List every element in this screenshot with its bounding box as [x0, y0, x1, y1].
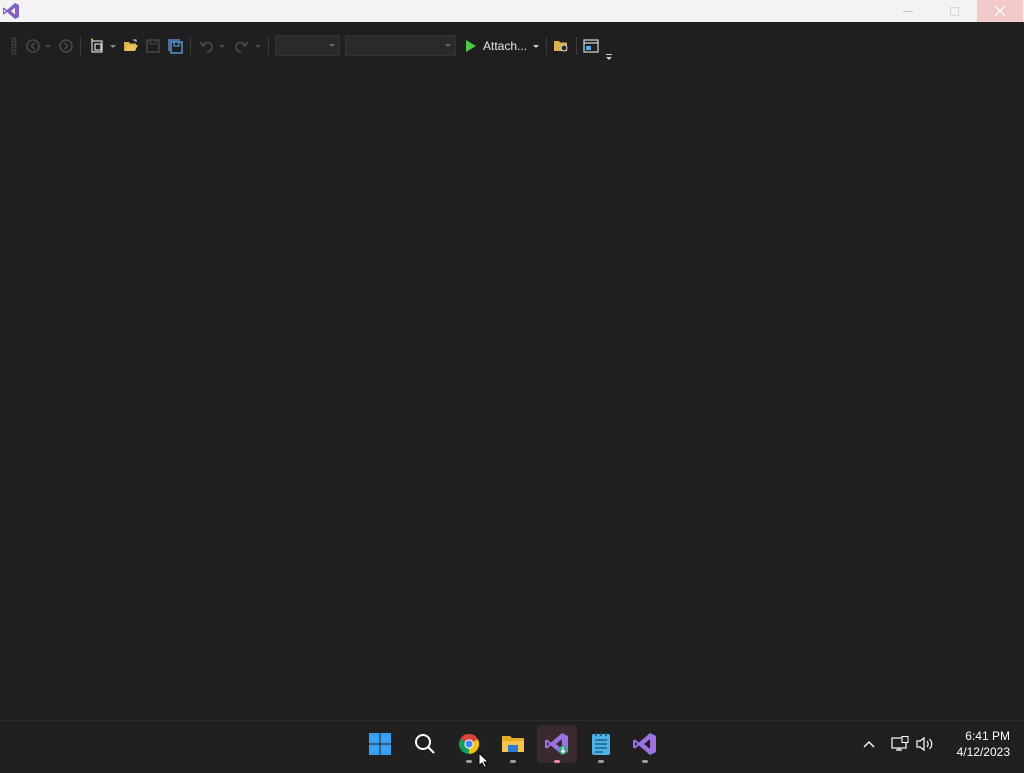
windows-start-icon: [369, 733, 391, 755]
solution-platform-combo[interactable]: [345, 35, 456, 56]
clock-date: 4/12/2023: [956, 745, 1010, 759]
minimize-button[interactable]: [885, 0, 931, 22]
toolbar-separator: [546, 37, 547, 55]
browser-folder-button[interactable]: [552, 36, 570, 56]
back-icon: [26, 39, 40, 53]
volume-icon: [916, 736, 933, 752]
running-indicator: [510, 760, 516, 763]
taskbar-app-notepad[interactable]: [581, 725, 621, 763]
overflow-chevron-icon: [606, 53, 612, 60]
taskbar-app-visual-studio-installer[interactable]: [537, 725, 577, 763]
chevron-down-icon: [445, 44, 451, 47]
undo-button[interactable]: [197, 36, 215, 56]
back-button[interactable]: [25, 36, 41, 56]
save-all-button[interactable]: [166, 36, 184, 56]
close-button[interactable]: [977, 0, 1023, 22]
start-dropdown[interactable]: [532, 36, 540, 56]
running-indicator: [642, 760, 648, 763]
solution-configuration-combo[interactable]: [275, 35, 340, 56]
main-workspace: [0, 64, 1024, 720]
taskbar-app-visual-studio[interactable]: [625, 725, 665, 763]
chevron-down-icon: [45, 44, 51, 48]
play-icon: [466, 40, 476, 52]
redo-icon: [234, 41, 249, 53]
redo-button[interactable]: [232, 36, 250, 56]
running-indicator: [554, 760, 560, 763]
mouse-pointer: [478, 751, 490, 773]
toolbar-grip[interactable]: [11, 37, 17, 55]
redo-dropdown[interactable]: [254, 36, 262, 56]
chevron-down-icon: [110, 44, 116, 48]
network-button[interactable]: [891, 735, 909, 753]
minimize-icon: [903, 10, 913, 12]
visual-studio-icon: [633, 733, 656, 755]
chevron-down-icon: [533, 44, 539, 48]
browser-folder-icon: [554, 41, 568, 52]
back-dropdown[interactable]: [44, 36, 52, 56]
toolbar-separator: [268, 37, 269, 55]
undo-icon: [198, 41, 213, 53]
toolbar-separator: [190, 37, 191, 55]
show-hidden-icons-button[interactable]: [860, 735, 878, 753]
close-icon: [995, 6, 1005, 16]
window-layout-button[interactable]: [582, 36, 600, 56]
maximize-button[interactable]: [931, 0, 977, 22]
visual-studio-icon[interactable]: [2, 2, 20, 20]
visual-studio-installer-icon: [545, 733, 568, 755]
chrome-icon: [458, 733, 480, 755]
chevron-down-icon: [329, 44, 335, 47]
search-icon: [415, 734, 435, 754]
start-button[interactable]: [360, 725, 400, 763]
window-layout-icon: [583, 39, 599, 53]
chevron-down-icon: [255, 44, 261, 48]
undo-dropdown[interactable]: [218, 36, 226, 56]
volume-button[interactable]: [916, 735, 934, 753]
save-button[interactable]: [144, 36, 162, 56]
toolbar-separator: [80, 37, 81, 55]
save-icon: [146, 39, 160, 53]
forward-button[interactable]: [58, 36, 74, 56]
open-folder-button[interactable]: [122, 36, 140, 56]
title-bar: [0, 0, 1024, 22]
cursor-arrow-icon: [478, 751, 490, 769]
clock-time: 6:41 PM: [965, 729, 1010, 743]
taskbar-clock[interactable]: 6:41 PM 4/12/2023: [940, 728, 1010, 760]
chevron-down-icon: [219, 44, 225, 48]
forward-icon: [59, 39, 73, 53]
running-indicator: [598, 760, 604, 763]
start-debugging-button[interactable]: [462, 36, 480, 56]
new-project-dropdown[interactable]: [109, 36, 117, 56]
toolbar-options-button[interactable]: [604, 44, 614, 64]
new-project-button[interactable]: [88, 36, 106, 56]
open-folder-icon: [124, 39, 138, 51]
search-button[interactable]: [405, 725, 445, 763]
toolbar-separator: [576, 37, 577, 55]
attach-label[interactable]: Attach...: [483, 39, 527, 53]
new-project-icon: [91, 38, 103, 53]
chevron-up-icon: [863, 741, 875, 748]
running-indicator: [466, 760, 472, 763]
save-all-icon: [167, 38, 183, 54]
notepad-icon: [592, 732, 610, 755]
maximize-icon: [949, 6, 959, 16]
network-icon: [891, 736, 909, 751]
taskbar-app-file-explorer[interactable]: [493, 725, 533, 763]
file-explorer-icon: [502, 736, 524, 752]
